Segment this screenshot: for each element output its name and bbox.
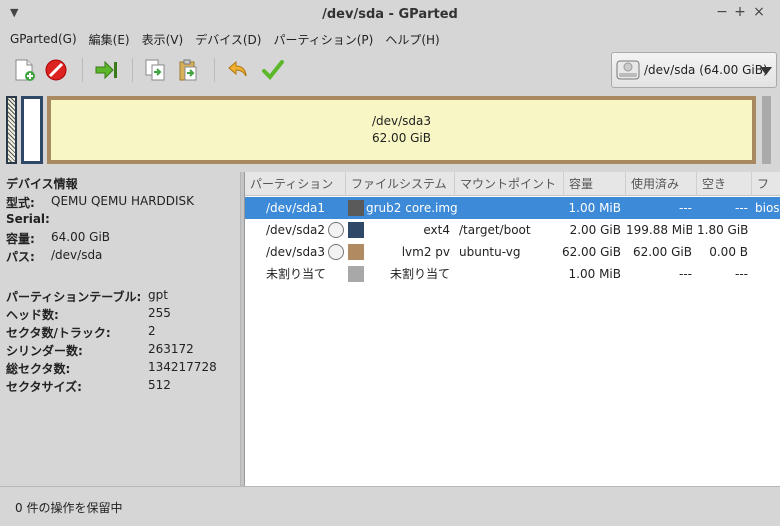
cell-used: 199.88 MiB <box>626 223 692 237</box>
new-partition-icon[interactable] <box>10 56 38 84</box>
cell-free: 1.80 GiB <box>697 223 748 237</box>
window-menu-icon[interactable]: ▼ <box>10 6 18 19</box>
apply-icon[interactable] <box>259 56 287 84</box>
status-bar: 0 件の操作を保留中 <box>0 486 780 526</box>
menu-edit[interactable]: 編集(E) <box>83 31 136 48</box>
device-info-pane: デバイス情報 型式: QEMU QEMU HARDDISK Serial: 容量… <box>0 172 241 486</box>
cell-size: 62.00 GiB <box>561 245 621 259</box>
cell-mountpoint: ubuntu-vg <box>459 245 521 259</box>
cell-flags: bios <box>755 201 780 215</box>
menu-bar: GParted(G) 編集(E) 表示(V) デバイス(D) パーティション(P… <box>0 28 780 50</box>
info-row-total-sectors: 総セクタ数: 134217728 <box>6 360 217 376</box>
cell-filesystem: ext4 <box>423 223 450 237</box>
lock-icon <box>328 222 344 238</box>
info-row-serial: Serial: <box>6 212 50 226</box>
cell-filesystem: grub2 core.img <box>366 201 458 215</box>
disk-map-unallocated-segment[interactable] <box>762 96 771 164</box>
column-header-used[interactable]: 使用済み <box>626 172 697 196</box>
info-row-sectors-per-track: セクタ数/トラック: 2 <box>6 324 156 340</box>
cell-free: --- <box>735 267 748 281</box>
info-row-sector-size: セクタサイズ: 512 <box>6 378 171 394</box>
segment-name: /dev/sda3 <box>371 114 432 128</box>
device-selector[interactable]: /dev/sda (64.00 GiB) <box>611 52 777 88</box>
disk-map: /dev/sda3 62.00 GiB <box>0 92 780 168</box>
cell-size: 2.00 GiB <box>569 223 621 237</box>
copy-icon[interactable] <box>141 56 169 84</box>
menu-view[interactable]: 表示(V) <box>136 31 190 48</box>
minimize-button[interactable]: − <box>715 4 729 20</box>
lock-icon <box>328 244 344 260</box>
cell-free: 0.00 B <box>709 245 748 259</box>
menu-gparted[interactable]: GParted(G) <box>4 32 83 46</box>
info-row-partition-table: パーティションテーブル: gpt <box>6 288 168 304</box>
pending-operations-status: 0 件の操作を保留中 <box>15 501 123 515</box>
disk-map-segment-sda3[interactable]: /dev/sda3 62.00 GiB <box>47 96 756 164</box>
info-row-path: パス: /dev/sda <box>6 248 103 264</box>
filesystem-color-swatch <box>348 200 364 216</box>
device-info-title: デバイス情報 <box>6 177 78 191</box>
window-title: /dev/sda - GParted <box>322 6 458 22</box>
table-header: パーティション ファイルシステム マウントポイント 容量 使用済み 空き フ <box>245 172 780 196</box>
menu-partition[interactable]: パーティション(P) <box>267 31 379 48</box>
menu-help[interactable]: ヘルプ(H) <box>379 31 445 48</box>
disk-map-segment-sda1[interactable] <box>6 96 17 164</box>
column-header-size[interactable]: 容量 <box>564 172 626 196</box>
close-button[interactable]: × <box>752 4 766 20</box>
column-header-flags[interactable]: フ <box>752 172 780 196</box>
menu-device[interactable]: デバイス(D) <box>189 31 267 48</box>
maximize-button[interactable]: + <box>733 4 747 20</box>
table-row[interactable]: /dev/sda2 ext4 /target/boot 2.00 GiB 199… <box>245 219 780 241</box>
device-selector-label: /dev/sda (64.00 GiB) <box>644 63 768 77</box>
segment-size: 62.00 GiB <box>371 131 432 145</box>
table-row[interactable]: /dev/sda1 grub2 core.img 1.00 MiB --- --… <box>245 197 780 219</box>
title-bar: ▼ /dev/sda - GParted − + × <box>0 0 780 28</box>
cell-partition: /dev/sda2 <box>266 223 326 237</box>
harddisk-icon <box>616 60 640 80</box>
info-row-heads: ヘッド数: 255 <box>6 306 171 322</box>
paste-icon[interactable] <box>174 56 202 84</box>
undo-icon[interactable] <box>224 56 252 84</box>
column-header-filesystem[interactable]: ファイルシステム <box>346 172 455 196</box>
cell-free: --- <box>735 201 748 215</box>
partition-table: パーティション ファイルシステム マウントポイント 容量 使用済み 空き フ /… <box>244 172 780 486</box>
cell-size: 1.00 MiB <box>568 267 621 281</box>
info-row-model: 型式: QEMU QEMU HARDDISK <box>6 194 195 210</box>
cell-mountpoint: /target/boot <box>459 223 531 237</box>
column-header-free[interactable]: 空き <box>697 172 752 196</box>
cell-size: 1.00 MiB <box>568 201 621 215</box>
delete-icon[interactable] <box>42 56 70 84</box>
cell-used: --- <box>679 267 692 281</box>
cell-partition: /dev/sda3 <box>266 245 326 259</box>
disk-map-segment-sda2[interactable] <box>21 96 43 164</box>
table-row[interactable]: /dev/sda3 lvm2 pv ubuntu-vg 62.00 GiB 62… <box>245 241 780 263</box>
info-row-cylinders: シリンダー数: 263172 <box>6 342 194 358</box>
filesystem-color-swatch <box>348 244 364 260</box>
table-row[interactable]: 未割り当て 未割り当て 1.00 MiB --- --- <box>245 263 780 285</box>
cell-filesystem: lvm2 pv <box>401 245 450 259</box>
column-header-mountpoint[interactable]: マウントポイント <box>455 172 564 196</box>
cell-partition: 未割り当て <box>266 267 327 281</box>
filesystem-color-swatch <box>348 266 364 282</box>
filesystem-color-swatch <box>348 222 364 238</box>
chevron-down-icon <box>760 67 772 75</box>
cell-partition: /dev/sda1 <box>266 201 326 215</box>
cell-used: 62.00 GiB <box>632 245 692 259</box>
resize-move-icon[interactable] <box>92 56 120 84</box>
info-row-capacity: 容量: 64.00 GiB <box>6 230 111 246</box>
cell-filesystem: 未割り当て <box>389 267 450 281</box>
cell-used: --- <box>679 201 692 215</box>
column-header-partition[interactable]: パーティション <box>245 172 346 196</box>
